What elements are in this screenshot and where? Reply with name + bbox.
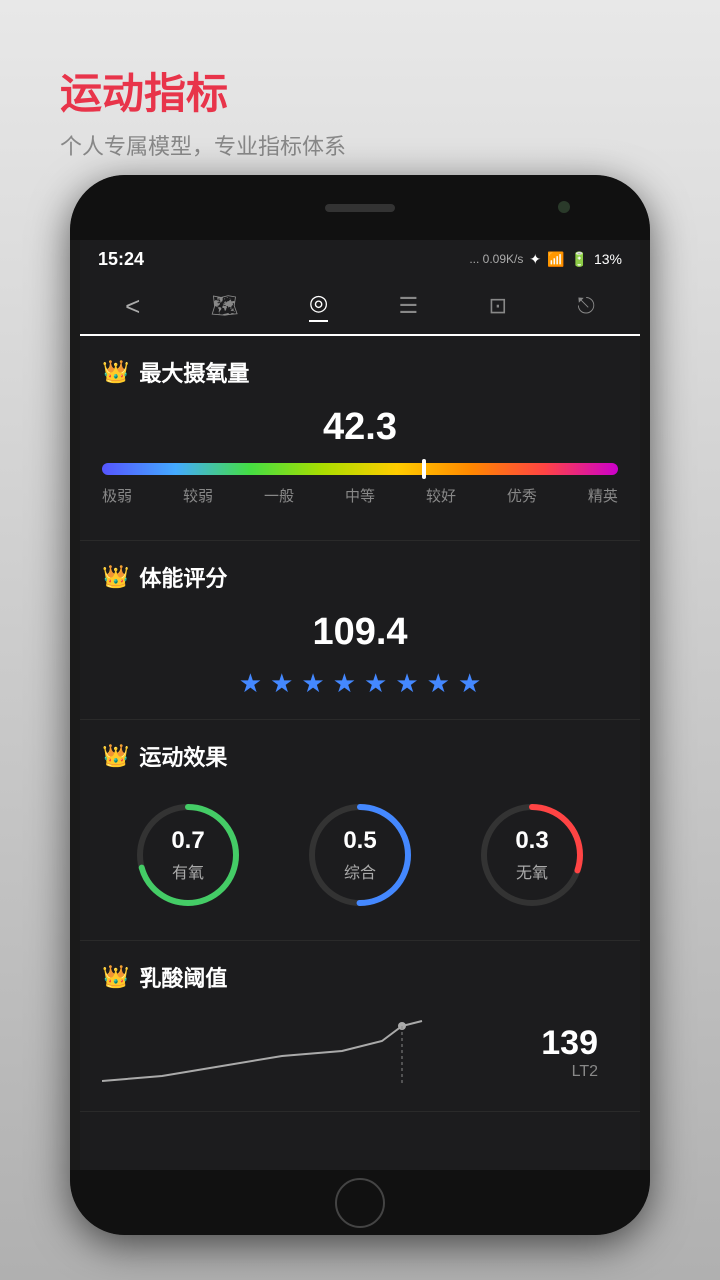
star-8: ★ (458, 668, 481, 699)
label-jiaoruo: 较弱 (183, 485, 213, 506)
star-7: ★ (427, 668, 450, 699)
battery-icon: 🔋 (571, 251, 588, 268)
crown-icon-fitness: 👑 (102, 564, 129, 590)
status-right: ... 0.09K/s ✦ 📶 🔋 13% (469, 251, 622, 268)
front-camera (558, 201, 570, 213)
label-jiruo: 极弱 (102, 485, 132, 506)
star-3: ★ (301, 668, 324, 699)
aerobic-label: 有氧 (172, 859, 204, 883)
status-time: 15:24 (98, 249, 144, 270)
star-4: ★ (333, 668, 356, 699)
stars-row: ★ ★ ★ ★ ★ ★ ★ ★ (102, 668, 618, 699)
anaerobic-circle-item: 0.3 无氧 (477, 800, 587, 910)
label-zhongdeng: 中等 (345, 485, 375, 506)
rainbow-labels: 极弱 较弱 一般 中等 较好 优秀 精英 (102, 485, 618, 506)
page-title: 运动指标 (60, 60, 346, 121)
fitness-title-row: 👑 体能评分 (102, 561, 618, 593)
star-6: ★ (395, 668, 418, 699)
comprehensive-value: 0.5 (343, 827, 376, 855)
aerobic-circle-item: 0.7 有氧 (133, 800, 243, 910)
phone-frame: 15:24 ... 0.09K/s ✦ 📶 🔋 13% < 🗺 ◎ ☰ ⊡ ⎋ … (70, 175, 650, 1235)
comprehensive-circle-canvas: 0.5 综合 (305, 800, 415, 910)
dashboard-icon[interactable]: ◎ (309, 290, 328, 322)
page-subtitle: 个人专属模型，专业指标体系 (60, 129, 346, 161)
star-1: ★ (239, 668, 262, 699)
map-icon[interactable]: 🗺 (211, 293, 239, 319)
fitness-section: 👑 体能评分 109.4 ★ ★ ★ ★ ★ ★ ★ ★ (80, 541, 640, 720)
label-jingying: 精英 (588, 485, 618, 506)
label-jiaohao: 较好 (426, 485, 456, 506)
label-youxiu: 优秀 (507, 485, 537, 506)
battery-percent: 13% (594, 251, 622, 267)
anaerobic-value: 0.3 (515, 827, 548, 855)
bluetooth-icon: ✦ (529, 251, 541, 268)
speaker (325, 204, 395, 212)
wifi-icon: 📶 (547, 251, 564, 268)
rainbow-indicator (422, 459, 426, 479)
home-button[interactable] (335, 1178, 385, 1228)
vo2max-title-row: 👑 最大摄氧量 (102, 356, 618, 388)
lactate-value-container: 139 LT2 (541, 1024, 608, 1081)
lactate-value: 139 (541, 1024, 608, 1063)
screen: 15:24 ... 0.09K/s ✦ 📶 🔋 13% < 🗺 ◎ ☰ ⊡ ⎋ … (80, 240, 640, 1170)
aerobic-value: 0.7 (171, 827, 204, 855)
search-icon[interactable]: ⊡ (489, 293, 507, 319)
lactate-label: 乳酸阈值 (139, 961, 227, 993)
fitness-label: 体能评分 (139, 561, 227, 593)
comprehensive-circle-inner: 0.5 综合 (305, 800, 415, 910)
lactate-title-row: 👑 乳酸阈值 (102, 961, 618, 993)
phone-bezel-bottom (70, 1170, 650, 1235)
label-yiban: 一般 (264, 485, 294, 506)
lactate-section: 👑 乳酸阈值 139 LT2 (80, 941, 640, 1112)
vo2max-section: 👑 最大摄氧量 42.3 极弱 较弱 一般 中等 较好 优秀 精英 (80, 336, 640, 541)
status-bar: 15:24 ... 0.09K/s ✦ 📶 🔋 13% (80, 240, 640, 278)
crown-icon-lactate: 👑 (102, 964, 129, 990)
star-5: ★ (364, 668, 387, 699)
rainbow-bar (102, 463, 618, 475)
exercise-label: 运动效果 (139, 740, 227, 772)
rainbow-bar-container: 极弱 较弱 一般 中等 较好 优秀 精英 (102, 463, 618, 506)
lactate-chart: 139 LT2 (102, 1011, 618, 1091)
lactate-sublabel: LT2 (541, 1063, 608, 1081)
anaerobic-circle-inner: 0.3 无氧 (477, 800, 587, 910)
list-icon[interactable]: ☰ (399, 293, 419, 319)
top-section: 运动指标 个人专属模型，专业指标体系 (60, 60, 346, 161)
comprehensive-label: 综合 (344, 859, 376, 883)
star-2: ★ (270, 668, 293, 699)
vo2max-value: 42.3 (102, 406, 618, 449)
nav-bar: < 🗺 ◎ ☰ ⊡ ⎋ (80, 278, 640, 336)
circles-row: 0.7 有氧 0.5 (102, 790, 618, 920)
fitness-value: 109.4 (102, 611, 618, 654)
comprehensive-circle-item: 0.5 综合 (305, 800, 415, 910)
aerobic-circle-canvas: 0.7 有氧 (133, 800, 243, 910)
anaerobic-circle-canvas: 0.3 无氧 (477, 800, 587, 910)
share-icon[interactable]: ⎋ (577, 293, 594, 319)
phone-bezel-top (70, 175, 650, 240)
crown-icon-exercise: 👑 (102, 743, 129, 769)
exercise-effect-section: 👑 运动效果 0.7 有氧 (80, 720, 640, 941)
anaerobic-label: 无氧 (516, 859, 548, 883)
crown-icon-vo2: 👑 (102, 359, 129, 385)
content-area[interactable]: 👑 最大摄氧量 42.3 极弱 较弱 一般 中等 较好 优秀 精英 (80, 336, 640, 1170)
exercise-title-row: 👑 运动效果 (102, 740, 618, 772)
network-indicator: ... 0.09K/s (469, 252, 523, 266)
back-button[interactable]: < (125, 291, 140, 322)
vo2max-label: 最大摄氧量 (139, 356, 249, 388)
aerobic-circle-inner: 0.7 有氧 (133, 800, 243, 910)
